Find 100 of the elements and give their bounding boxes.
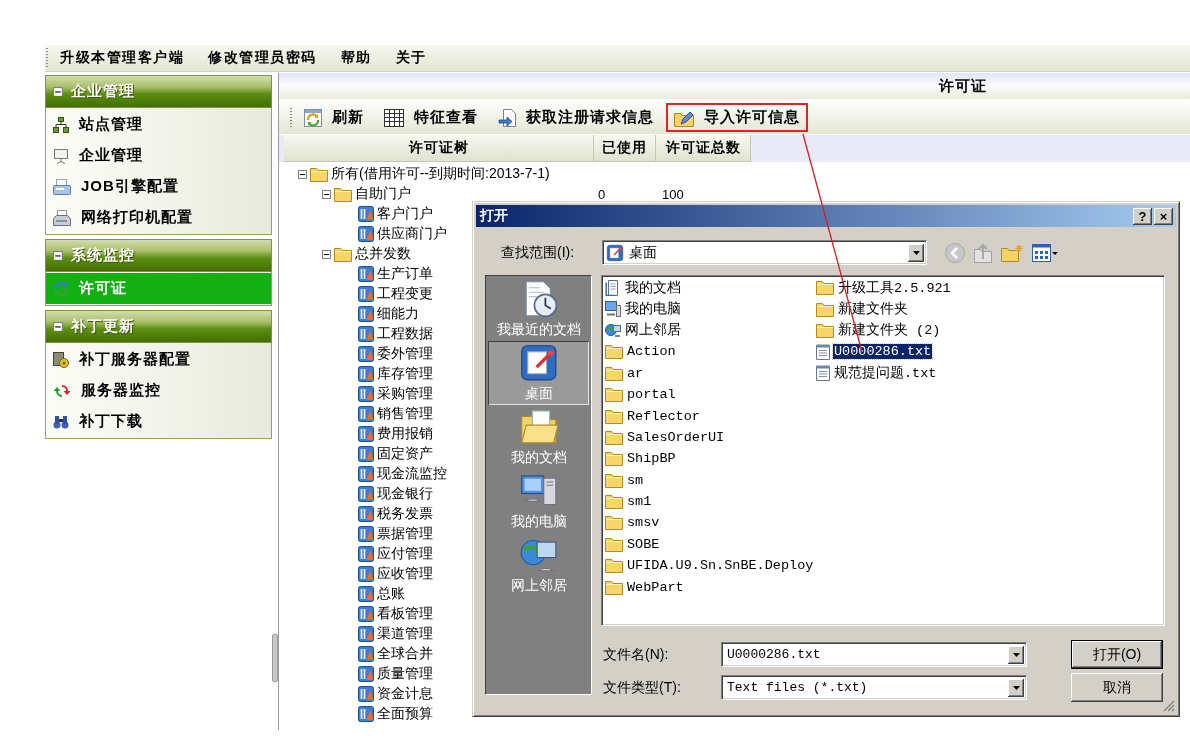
tree-item[interactable]: 费用报销: [377, 425, 433, 443]
tree-item[interactable]: 应付管理: [377, 545, 433, 563]
file-item[interactable]: portal: [626, 387, 677, 403]
resize-grip-icon[interactable]: [1163, 700, 1175, 712]
file-item[interactable]: U0000286.txt: [833, 344, 933, 360]
tree-item[interactable]: 销售管理: [377, 405, 433, 423]
tree-item[interactable]: 自助门户: [355, 185, 411, 203]
place-shortcut[interactable]: 我最近的文档: [488, 277, 589, 341]
file-item[interactable]: SalesOrderUI: [626, 429, 726, 445]
toolbar-button[interactable]: 获取注册请求信息: [490, 103, 662, 132]
tree-item[interactable]: 现金银行: [377, 485, 433, 503]
file-item[interactable]: Reflector: [626, 408, 701, 424]
file-item[interactable]: sm: [626, 472, 645, 488]
books-icon: [358, 686, 374, 702]
tree-item[interactable]: 客户门户: [377, 205, 433, 223]
tree-item[interactable]: 质量管理: [377, 665, 433, 683]
field-label: 文件类型(T):: [603, 678, 682, 697]
file-item[interactable]: 规范提问题.txt: [833, 364, 938, 383]
dropdown-button[interactable]: [1008, 645, 1024, 664]
view-menu-icon[interactable]: [1032, 243, 1058, 262]
tree-item[interactable]: 生产订单: [377, 265, 433, 283]
place-shortcut[interactable]: 网上邻居: [488, 533, 589, 597]
file-item[interactable]: Action: [626, 344, 677, 360]
folder-icon: [605, 579, 623, 595]
tree-item[interactable]: 细能力: [377, 305, 419, 323]
printer-icon: [53, 209, 71, 226]
grip-handle[interactable]: [290, 107, 292, 128]
toolbar-button[interactable]: 刷新: [296, 103, 372, 132]
dropdown-button[interactable]: [1008, 678, 1024, 697]
folder-icon: [605, 472, 623, 488]
toolbar-button[interactable]: 特征查看: [376, 103, 486, 132]
file-item[interactable]: 我的电脑: [624, 300, 682, 319]
folder-icon: [310, 166, 328, 182]
sidebar-item[interactable]: 企业管理: [46, 140, 271, 171]
file-item[interactable]: 我的文档: [624, 278, 682, 297]
grip-handle[interactable]: [46, 48, 48, 68]
dropdown-button[interactable]: [908, 243, 924, 262]
menu-item[interactable]: 修改管理员密码: [196, 49, 329, 67]
sidebar-item[interactable]: 补丁下载: [46, 406, 271, 437]
menu-item[interactable]: 帮助: [328, 49, 384, 67]
look-in-dropdown[interactable]: 桌面: [602, 240, 927, 265]
menu-item[interactable]: 关于: [383, 49, 439, 67]
small-globe-computer-icon: [605, 322, 621, 339]
tree-item[interactable]: 供应商门户: [377, 225, 447, 243]
tree-item[interactable]: 应收管理: [377, 565, 433, 583]
file-item[interactable]: 网上邻居: [624, 321, 682, 340]
minus-box-icon[interactable]: [322, 189, 331, 199]
tree-item[interactable]: 所有(借用许可--到期时间:2013-7-1): [331, 165, 550, 183]
sidebar-item[interactable]: 网络打印机配置: [46, 202, 271, 233]
dialog-button[interactable]: 打开(O): [1071, 640, 1163, 669]
file-item[interactable]: SOBE: [626, 536, 661, 552]
file-item[interactable]: smsv: [626, 515, 661, 531]
help-button[interactable]: ?: [1133, 207, 1152, 225]
close-button[interactable]: ×: [1154, 207, 1173, 225]
sidebar-item[interactable]: JOB引擎配置: [46, 171, 271, 202]
tree-item[interactable]: 全球合并: [377, 645, 433, 663]
tree-item[interactable]: 渠道管理: [377, 625, 433, 643]
folder-icon: [816, 322, 834, 338]
tree-item[interactable]: 总并发数: [355, 245, 411, 263]
file-item[interactable]: WebPart: [626, 579, 685, 595]
grid-icon: [384, 108, 404, 127]
sidebar-item[interactable]: 补丁服务器配置: [46, 344, 271, 375]
minus-box-icon[interactable]: [298, 169, 307, 179]
file-item[interactable]: ar: [626, 365, 645, 381]
toolbar-button[interactable]: 导入许可信息: [666, 103, 808, 132]
books-icon: [358, 626, 374, 642]
folder-icon: [605, 344, 623, 360]
file-item[interactable]: sm1: [626, 494, 653, 510]
file-item[interactable]: ShipBP: [626, 451, 677, 467]
tree-item[interactable]: 看板管理: [377, 605, 433, 623]
tree-item[interactable]: 全面预算: [377, 705, 433, 723]
file-item[interactable]: UFIDA.U9.Sn.SnBE.Deploy: [626, 558, 815, 574]
tree-item[interactable]: 工程变更: [377, 285, 433, 303]
tree-item[interactable]: 税务发票: [377, 505, 433, 523]
file-type-dropdown[interactable]: Text files (*.txt): [721, 675, 1027, 700]
splitter-handle[interactable]: [272, 634, 278, 682]
folder-icon: [605, 451, 623, 467]
books-icon: [358, 426, 374, 442]
menu-item[interactable]: 升级本管理客户端: [48, 49, 196, 67]
books-icon: [358, 646, 374, 662]
used-count: 0: [598, 186, 606, 202]
tree-item[interactable]: 固定资产: [377, 445, 433, 463]
books-icon: [358, 486, 374, 502]
sidebar-item[interactable]: 服务器监控: [46, 375, 271, 406]
tree-item[interactable]: 工程数据: [377, 325, 433, 343]
tree-item[interactable]: 委外管理: [377, 345, 433, 363]
folder-icon: [605, 536, 623, 552]
place-shortcut[interactable]: 我的电脑: [488, 469, 589, 533]
tree-item[interactable]: 库存管理: [377, 365, 433, 383]
dialog-button[interactable]: 取消: [1071, 673, 1163, 702]
place-shortcut[interactable]: 我的文档: [488, 405, 589, 469]
books-icon: [358, 706, 374, 722]
sidebar-item[interactable]: 站点管理: [46, 109, 271, 140]
minus-box-icon[interactable]: [322, 249, 331, 259]
tree-item[interactable]: 资金计息: [377, 685, 433, 703]
tree-item[interactable]: 采购管理: [377, 385, 433, 403]
tree-item[interactable]: 票据管理: [377, 525, 433, 543]
tree-item[interactable]: 总账: [377, 585, 405, 603]
tree-item[interactable]: 现金流监控: [377, 465, 447, 483]
file-name-field[interactable]: U0000286.txt: [721, 642, 1027, 667]
